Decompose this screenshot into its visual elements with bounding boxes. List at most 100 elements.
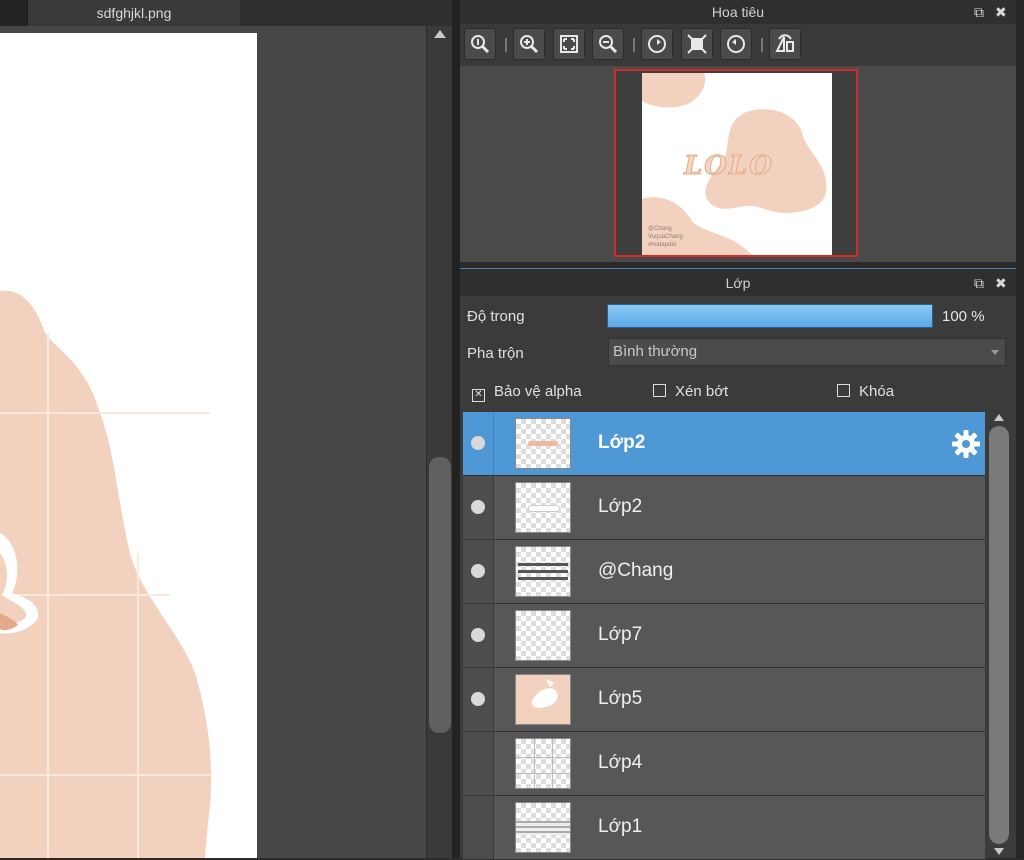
navigator-title: Hoa tiêu — [711, 4, 765, 20]
preview-credit-text: @Chang VuquaChang #hodapdel — [648, 226, 683, 248]
gear-icon[interactable] — [951, 429, 981, 459]
scroll-thumb[interactable] — [989, 426, 1009, 844]
flip-horizontal-button[interactable] — [769, 28, 801, 60]
close-icon[interactable]: ✖ — [995, 270, 1007, 296]
document-tab[interactable]: sdfghjkl.png — [27, 0, 241, 26]
layer-name: Lớp2 — [598, 432, 646, 453]
opacity-value: 100 % — [942, 308, 985, 325]
popout-icon[interactable]: ⧉ — [974, 0, 984, 24]
layer-row[interactable]: Lớp5 — [463, 668, 985, 732]
checkbox-checked-icon: ✕ — [472, 389, 485, 402]
layer-row[interactable]: Lớp2 — [463, 412, 985, 476]
fit-window-icon — [687, 34, 707, 54]
rotate-left-button[interactable] — [641, 28, 673, 60]
zoom-in-icon — [520, 35, 539, 54]
eye-dot-icon — [471, 436, 485, 450]
layer-name: Lớp5 — [598, 688, 643, 709]
zoom-out-icon — [599, 35, 618, 54]
tab-strip-empty — [240, 0, 458, 26]
zoom-actual-icon — [471, 35, 490, 54]
navigator-header: Hoa tiêu ⧉ ✖ — [460, 0, 1016, 24]
layer-name: Lớp7 — [598, 624, 643, 645]
protect-alpha-label: Bảo vệ alpha — [494, 383, 582, 400]
fit-window-button[interactable] — [681, 28, 713, 60]
layer-name: Lớp2 — [598, 496, 643, 517]
opacity-label: Độ trong — [467, 308, 525, 325]
layer-list-scrollbar[interactable] — [987, 412, 1013, 858]
eye-dot-icon — [471, 564, 485, 578]
rotate-right-icon — [727, 35, 745, 53]
layer-row[interactable]: Lớp4 — [463, 732, 985, 796]
scroll-down-arrow-icon[interactable] — [994, 848, 1004, 855]
visibility-toggle[interactable] — [463, 796, 494, 859]
layers-panel: Độ trong 100 % Pha trộn Bình thường ✕ Bảo… — [460, 296, 1016, 860]
fit-screen-button[interactable] — [553, 28, 585, 60]
flip-horizontal-icon — [775, 34, 794, 52]
rotate-left-icon — [648, 35, 666, 53]
eye-dot-icon — [471, 692, 485, 706]
layer-thumbnail — [515, 482, 571, 533]
layer-thumbnail — [515, 418, 571, 469]
checkbox-unchecked-icon — [837, 384, 850, 397]
navigator-preview[interactable]: LOLO @Chang VuquaChang #hodapdel — [460, 66, 1016, 262]
layer-name: Lớp4 — [598, 752, 643, 773]
eye-dot-icon — [471, 628, 485, 642]
visibility-toggle[interactable] — [463, 476, 494, 539]
canvas-vertical-scrollbar[interactable] — [426, 26, 453, 858]
preview-title-text: LOLO — [684, 151, 774, 182]
panel-separator[interactable] — [460, 262, 1016, 269]
preview-viewport-frame[interactable]: LOLO @Chang VuquaChang #hodapdel — [614, 69, 858, 257]
layer-thumbnail — [515, 738, 571, 789]
toolbar-separator — [633, 38, 635, 52]
clipping-checkbox[interactable]: Xén bớt — [653, 383, 728, 400]
eye-dot-icon — [471, 500, 485, 514]
lock-checkbox[interactable]: Khóa — [837, 383, 894, 400]
document-tab-strip: sdfghjkl.png — [0, 0, 458, 26]
blend-mode-select[interactable]: Bình thường — [608, 338, 1006, 366]
layer-thumbnail — [515, 610, 571, 661]
layer-name: Lớp1 — [598, 816, 643, 837]
checkbox-unchecked-icon — [653, 384, 666, 397]
chevron-down-icon — [991, 350, 999, 355]
canvas[interactable] — [0, 33, 257, 858]
layer-row[interactable]: @Chang — [463, 540, 985, 604]
opacity-slider[interactable] — [607, 304, 933, 328]
layer-list: Lớp2 Lớp2 @Chang Lớp7 Lớp5 Lớp4 Lớp1 — [463, 412, 985, 860]
layer-name: @Chang — [598, 560, 674, 581]
layer-row[interactable]: Lớp2 — [463, 476, 985, 540]
scroll-up-arrow-icon[interactable] — [994, 414, 1004, 421]
blend-mode-value: Bình thường — [613, 343, 698, 360]
panel-divider[interactable] — [452, 0, 460, 858]
visibility-toggle[interactable] — [463, 412, 494, 475]
window-edge — [1016, 0, 1024, 858]
zoom-out-button[interactable] — [592, 28, 624, 60]
fit-screen-icon — [560, 35, 578, 53]
visibility-toggle[interactable] — [463, 668, 494, 731]
scroll-thumb[interactable] — [429, 457, 451, 733]
layer-row[interactable]: Lớp7 — [463, 604, 985, 668]
layer-thumbnail — [515, 674, 571, 725]
visibility-toggle[interactable] — [463, 540, 494, 603]
layers-title: Lớp — [725, 275, 751, 291]
toolbar-separator — [505, 38, 507, 52]
artwork — [0, 290, 212, 858]
blend-label: Pha trộn — [467, 345, 524, 362]
layers-header: Lớp ⧉ ✖ — [460, 270, 1016, 296]
layer-thumbnail — [515, 802, 571, 853]
visibility-toggle[interactable] — [463, 732, 494, 795]
layer-row[interactable]: Lớp1 — [463, 796, 985, 860]
rotate-right-button[interactable] — [720, 28, 752, 60]
zoom-in-button[interactable] — [513, 28, 545, 60]
toolbar-separator — [761, 38, 763, 52]
visibility-toggle[interactable] — [463, 604, 494, 667]
scroll-up-arrow-icon[interactable] — [434, 30, 446, 38]
preview-image: LOLO @Chang VuquaChang #hodapdel — [642, 73, 832, 255]
protect-alpha-checkbox[interactable]: ✕ Bảo vệ alpha — [472, 383, 582, 402]
layer-thumbnail — [515, 546, 571, 597]
zoom-actual-button[interactable] — [464, 28, 496, 60]
lock-label: Khóa — [859, 383, 895, 400]
navigator-toolbar — [460, 24, 1016, 66]
close-icon[interactable]: ✖ — [995, 0, 1007, 24]
popout-icon[interactable]: ⧉ — [974, 270, 984, 296]
clipping-label: Xén bớt — [675, 383, 729, 400]
